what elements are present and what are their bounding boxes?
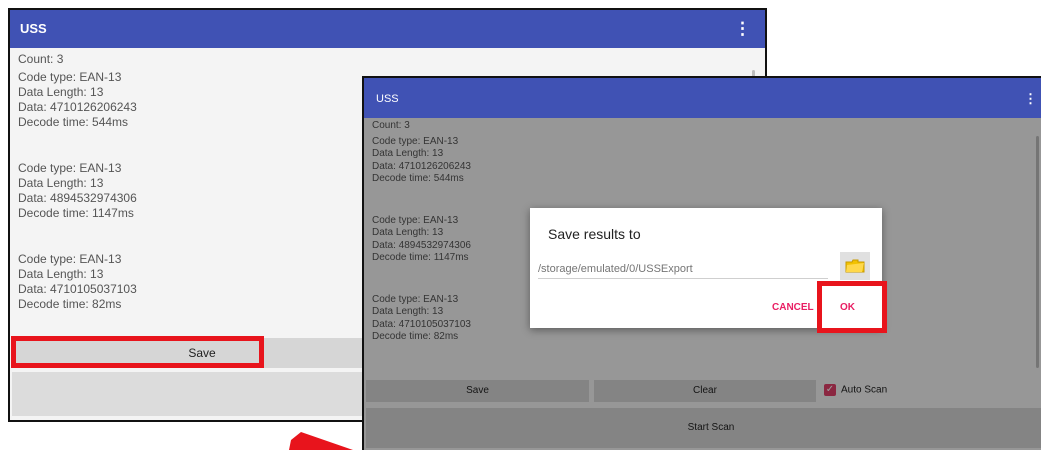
more-vert-icon[interactable]: ⋮ (1024, 78, 1037, 120)
ok-button[interactable]: OK (840, 302, 855, 313)
barcode-data: Data: 4710126206243 (18, 100, 137, 114)
arrow-icon (289, 432, 353, 450)
barcode-data: Data: 4894532974306 (18, 191, 137, 205)
save-dialog: Save results to CANCEL OK (530, 208, 882, 328)
decode-time: Decode time: 1147ms (18, 206, 134, 220)
results-list: Count: 3 Code type: EAN-13 Data Length: … (18, 52, 137, 343)
barcode-data: Data: 4710105037103 (18, 282, 137, 296)
decode-time: Decode time: 544ms (18, 115, 129, 129)
app-title: USS (20, 21, 47, 36)
app-bar: USS ⋮ (10, 10, 765, 48)
list-item: Code type: EAN-13 Data Length: 13 Data: … (18, 161, 137, 221)
more-vert-icon[interactable]: ⋮ (734, 10, 751, 48)
data-length: Data Length: 13 (18, 176, 104, 190)
list-item: Code type: EAN-13 Data Length: 13 Data: … (18, 252, 137, 312)
count-label: Count: 3 (18, 52, 64, 66)
save-button[interactable]: Save (12, 338, 392, 368)
list-item: Code type: EAN-13 Data Length: 13 Data: … (18, 70, 137, 130)
decode-time: Decode time: 82ms (18, 297, 122, 311)
data-length: Data Length: 13 (18, 85, 104, 99)
folder-icon[interactable] (840, 252, 870, 280)
cancel-button[interactable]: CANCEL (772, 302, 814, 313)
app-bar: USS ⋮ (364, 78, 1041, 118)
save-path-input[interactable] (538, 260, 828, 279)
app-window-dialog: USS ⋮ Count: 3 Code type: EAN-13 Data Le… (362, 76, 1041, 450)
code-type: Code type: EAN-13 (18, 252, 122, 266)
code-type: Code type: EAN-13 (18, 161, 122, 175)
app-title: USS (376, 93, 399, 105)
data-length: Data Length: 13 (18, 267, 104, 281)
code-type: Code type: EAN-13 (18, 70, 122, 84)
dialog-title: Save results to (548, 226, 641, 242)
